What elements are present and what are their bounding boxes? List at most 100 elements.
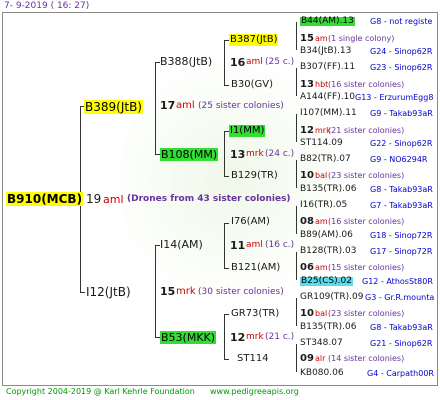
gen3-queen-code[interactable]: GR73(TR) bbox=[231, 309, 279, 319]
gen4-origin: G9 - Takab93aR bbox=[370, 109, 433, 118]
gen4-queen-code[interactable]: B128(TR).03 bbox=[300, 247, 356, 256]
gen3-year: 08 bbox=[300, 216, 314, 227]
gen4-queen-code[interactable]: B82(TR).07 bbox=[300, 155, 351, 164]
gen1-type: mrk bbox=[176, 286, 196, 297]
gen4-origin: G24 - Sinop62R bbox=[370, 47, 433, 56]
gen2-queen-code[interactable]: I14(AM) bbox=[160, 239, 203, 250]
gen2-type: mrk bbox=[246, 332, 264, 342]
gen3-queen-code[interactable]: I76(AM) bbox=[231, 217, 270, 227]
gen3-type: am bbox=[315, 217, 328, 226]
gen4-queen-code[interactable]: B25(CS).02 bbox=[300, 277, 353, 286]
gen3-year: 09 bbox=[300, 353, 314, 364]
gen1-year: 15 bbox=[160, 285, 176, 298]
gen4-origin: G17 - Sinop72R bbox=[370, 247, 433, 256]
gen4-queen-code[interactable]: B44(AM).13 bbox=[300, 17, 355, 26]
gen4-origin: G23 - Sinop62R bbox=[370, 63, 433, 72]
gen3-year: 10 bbox=[300, 308, 314, 319]
gen3-type: alr bbox=[315, 354, 326, 363]
gen4-queen-code[interactable]: ST348.07 bbox=[300, 339, 343, 348]
gen4-queen-code[interactable]: B307(FF).11 bbox=[300, 63, 355, 72]
connector-line bbox=[224, 176, 229, 177]
connector-line bbox=[296, 344, 297, 372]
connector-line bbox=[224, 40, 225, 85]
gen3-note: (14 sister colonies) bbox=[328, 354, 405, 363]
gen3-note: (16 sister colonies) bbox=[328, 217, 405, 226]
gen4-origin: G8 - not registe bbox=[370, 17, 433, 26]
gen3-type: bal bbox=[315, 309, 328, 318]
connector-line bbox=[296, 252, 297, 280]
gen4-origin: G8 - Takab93aR bbox=[370, 323, 433, 332]
gen4-queen-code[interactable]: ST114.09 bbox=[300, 139, 343, 148]
connector-line bbox=[296, 160, 297, 188]
gen4-queen-code[interactable]: B135(TR).06 bbox=[300, 323, 356, 332]
gen2-year: 16 bbox=[230, 56, 246, 69]
gen4-queen-code[interactable]: GR109(TR).09 bbox=[300, 293, 364, 302]
gen2-year: 13 bbox=[230, 148, 246, 161]
gen4-queen-code[interactable]: B34(JtB).13 bbox=[300, 47, 351, 56]
gen2-note: (24 c.) bbox=[265, 149, 295, 159]
gen3-year: 13 bbox=[300, 79, 314, 90]
gen3-queen-code[interactable]: B30(GV) bbox=[231, 80, 273, 90]
gen4-queen-code[interactable]: KB080.06 bbox=[300, 369, 344, 378]
connector-line bbox=[224, 223, 229, 224]
gen2-type: aml bbox=[246, 57, 263, 67]
gen2-queen-code[interactable]: B53(MKK) bbox=[160, 331, 217, 344]
gen1-type: aml bbox=[176, 100, 195, 111]
gen4-origin: G13 - ErzurumEgg8 bbox=[355, 93, 434, 102]
gen3-queen-code[interactable]: I1(MM) bbox=[229, 125, 266, 137]
gen4-origin: G21 - Sinop62R bbox=[370, 339, 433, 348]
gen3-queen-code[interactable]: B387(JtB) bbox=[229, 34, 279, 46]
gen1-queen-code[interactable]: I12(JtB) bbox=[86, 286, 131, 298]
gen3-queen-code[interactable]: B129(TR) bbox=[231, 171, 278, 181]
gen2-note: (21 c.) bbox=[265, 332, 295, 342]
gen3-note: (15 sister colonies) bbox=[328, 263, 405, 272]
gen4-origin: G9 - NO6294R bbox=[370, 155, 428, 164]
gen3-type: hbt bbox=[315, 80, 329, 89]
gen4-origin: G22 - Sinop62R bbox=[370, 139, 433, 148]
gen1-year: 17 bbox=[160, 99, 176, 112]
gen4-origin: G12 - AthosSt80R bbox=[362, 277, 433, 286]
gen2-type: mrk bbox=[246, 149, 264, 159]
gen3-note: (23 sister colonies) bbox=[328, 309, 405, 318]
gen2-year: 12 bbox=[230, 331, 246, 344]
gen3-year: 12 bbox=[300, 125, 314, 136]
gen4-origin: G7 - Takab93aR bbox=[370, 201, 433, 210]
connector-line bbox=[296, 114, 297, 142]
gen3-queen-code[interactable]: ST114 bbox=[237, 354, 269, 364]
gen2-queen-code[interactable]: B388(JtB) bbox=[160, 56, 212, 67]
gen4-queen-code[interactable]: B89(AM).06 bbox=[300, 231, 353, 240]
connector-line bbox=[80, 292, 85, 293]
gen4-queen-code[interactable]: B135(TR).06 bbox=[300, 185, 356, 194]
connector-line bbox=[224, 131, 225, 176]
gen1-queen-code[interactable]: B389(JtB) bbox=[84, 100, 143, 114]
gen4-queen-code[interactable]: I16(TR).05 bbox=[300, 201, 347, 210]
gen3-note: (21 sister colonies) bbox=[328, 126, 405, 135]
connector-line bbox=[296, 206, 297, 234]
connector-line bbox=[296, 22, 297, 50]
gen4-origin: G4 - Carpath00R bbox=[367, 369, 434, 378]
connector-line bbox=[155, 245, 156, 337]
root-type: aml bbox=[103, 193, 124, 206]
gen2-queen-code[interactable]: B108(MM) bbox=[160, 148, 219, 161]
gen4-queen-code[interactable]: I107(MM).11 bbox=[300, 109, 357, 118]
gen3-year: 06 bbox=[300, 262, 314, 273]
gen3-year: 15 bbox=[300, 33, 314, 44]
gen3-queen-code[interactable]: B121(AM) bbox=[231, 263, 280, 273]
root-queen-code[interactable]: B910(MCB) bbox=[6, 192, 84, 206]
gen1-note: (30 sister colonies) bbox=[198, 287, 284, 297]
gen3-type: bal bbox=[315, 171, 328, 180]
connector-line bbox=[224, 359, 229, 360]
footer-url[interactable]: www.pedigreeapis.org bbox=[210, 388, 299, 396]
connector-line bbox=[296, 68, 297, 96]
root-note: (Drones from 43 sister colonies) bbox=[127, 194, 291, 204]
gen4-queen-code[interactable]: A144(FF).10 bbox=[300, 93, 355, 102]
gen4-origin: G18 - Sinop72R bbox=[370, 231, 433, 240]
gen2-year: 11 bbox=[230, 239, 246, 252]
gen2-note: (25 c.) bbox=[265, 57, 295, 67]
gen3-type: am bbox=[315, 34, 328, 43]
gen3-year: 10 bbox=[300, 170, 314, 181]
connector-line bbox=[155, 62, 156, 154]
gen3-note: (23 sister colonies) bbox=[328, 171, 405, 180]
connector-line bbox=[224, 85, 229, 86]
connector-line bbox=[224, 268, 229, 269]
